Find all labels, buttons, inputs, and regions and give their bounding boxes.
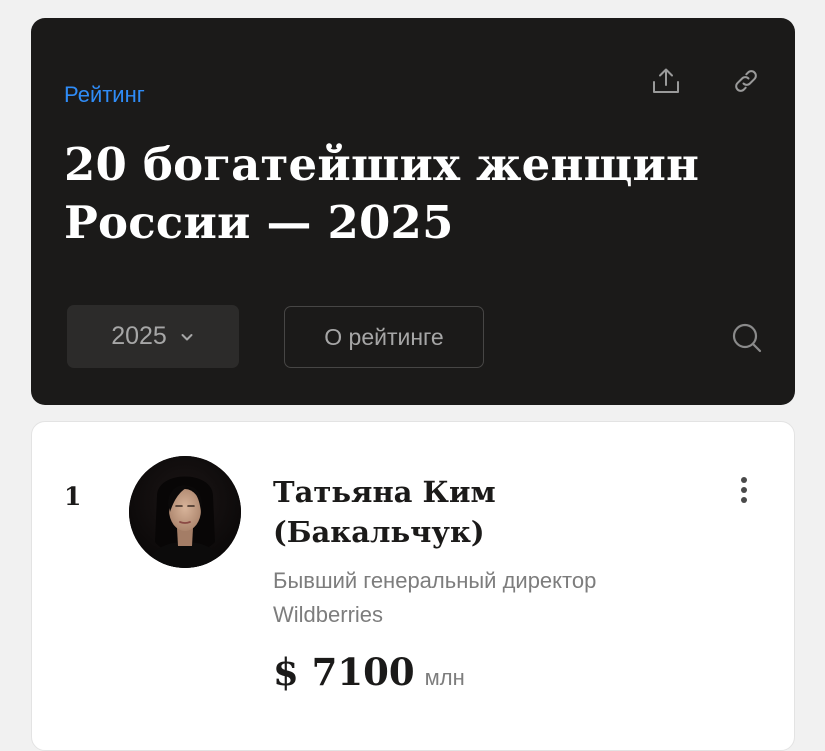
- person-name[interactable]: Татьяна Ким (Бакальчук): [273, 472, 693, 552]
- rank-number: 1: [64, 482, 82, 511]
- search-icon: [732, 323, 762, 353]
- net-worth-value: $ 7100: [273, 650, 415, 694]
- breadcrumb-rating[interactable]: Рейтинг: [64, 84, 145, 106]
- person-description: Бывший генеральный директор Wildberries: [273, 568, 597, 627]
- chevron-down-icon: [181, 333, 193, 340]
- more-vertical-icon-dot: [741, 477, 747, 483]
- search-button[interactable]: [725, 316, 769, 360]
- link-icon: [735, 70, 757, 92]
- page-title: 20 богатейших женщин России — 2025: [64, 138, 700, 249]
- copy-link-button[interactable]: [724, 59, 768, 103]
- avatar[interactable]: [129, 456, 241, 568]
- more-vertical-icon-dot: [741, 487, 747, 493]
- person-photo: [129, 456, 241, 568]
- more-vertical-icon-dot: [741, 497, 747, 503]
- about-rating-button[interactable]: О рейтинге: [284, 306, 484, 368]
- year-select[interactable]: 2025: [67, 305, 239, 368]
- net-worth: $ 7100 млн: [273, 654, 465, 691]
- net-worth-unit: млн: [424, 665, 465, 690]
- year-select-value: 2025: [111, 322, 167, 350]
- header-card: Рейтинг 20 богатейших женщин России — 20…: [31, 18, 795, 405]
- share-icon: [653, 68, 679, 93]
- more-options-button[interactable]: [722, 468, 766, 512]
- share-button[interactable]: [644, 59, 688, 103]
- ranking-list: 1 Татьяна Ким (Бакальчук) Бывший генерал…: [31, 421, 795, 751]
